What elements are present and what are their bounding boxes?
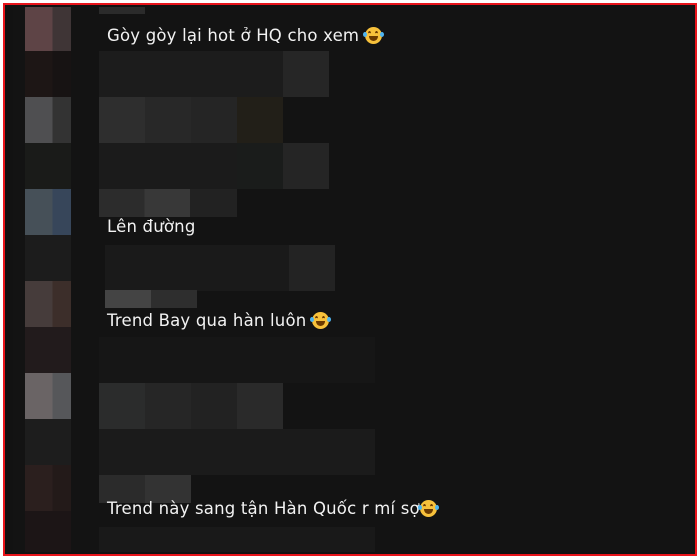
censored-block	[99, 97, 283, 143]
avatar[interactable]	[25, 97, 71, 143]
censored-block	[25, 419, 71, 465]
laughing-tears-icon	[417, 500, 439, 517]
censored-block	[25, 511, 71, 552]
avatar[interactable]	[25, 281, 71, 327]
comment-feed[interactable]: Gòy gòy lại hot ở HQ cho xem Lên đường T…	[13, 7, 693, 552]
censored-block	[99, 143, 329, 189]
censored-block	[105, 290, 197, 308]
comment-label: Gòy gòy lại hot ở HQ cho xem	[107, 26, 360, 45]
censored-block	[99, 51, 329, 97]
comment-label: Trend Bay qua hàn luôn	[107, 311, 307, 330]
comment-label: Lên đường	[107, 217, 196, 236]
censored-block	[99, 337, 375, 383]
censored-block	[99, 7, 145, 14]
comment-text: Trend này sang tận Hàn Quốc r mí sợ	[107, 499, 439, 518]
comment-label: Trend này sang tận Hàn Quốc r mí sợ	[107, 499, 420, 518]
censored-block	[25, 51, 71, 97]
avatar[interactable]	[25, 7, 71, 51]
censored-block	[99, 429, 375, 475]
censored-block	[25, 235, 71, 281]
avatar[interactable]	[25, 373, 71, 419]
censored-block	[99, 383, 283, 429]
screenshot-frame: Gòy gòy lại hot ở HQ cho xem Lên đường T…	[3, 3, 697, 556]
avatar[interactable]	[25, 189, 71, 235]
comment-text: Trend Bay qua hàn luôn	[107, 311, 332, 330]
avatar[interactable]	[25, 465, 71, 511]
censored-block	[25, 143, 71, 189]
comment-text: Lên đường	[107, 217, 196, 236]
comment-text: Gòy gòy lại hot ở HQ cho xem	[107, 26, 385, 45]
censored-block	[25, 327, 71, 373]
censored-block	[99, 189, 237, 217]
censored-block	[105, 245, 335, 291]
censored-block	[99, 527, 375, 552]
laughing-tears-icon	[310, 312, 332, 329]
laughing-tears-icon	[363, 27, 385, 44]
